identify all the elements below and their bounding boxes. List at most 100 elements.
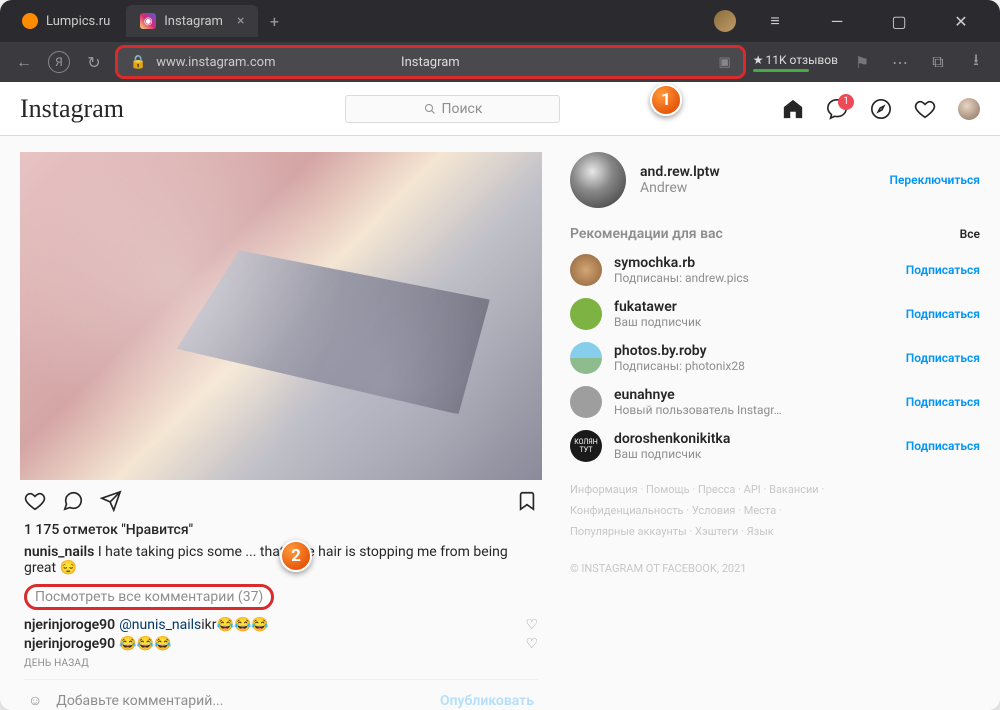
instagram-logo[interactable]: Instagram	[20, 94, 124, 124]
save-icon[interactable]	[516, 490, 538, 512]
comment-icon[interactable]: ▣	[718, 55, 730, 70]
recommendation-item: КОЛЯНТУТ doroshenkonikitkaВаш подписчик По…	[570, 430, 980, 462]
reco-subtitle: Новый пользователь Instagr…	[614, 403, 894, 417]
yandex-icon[interactable]: Я	[48, 51, 70, 73]
recommendation-item: eunahnyeНовый пользователь Instagr… Подпи…	[570, 386, 980, 418]
reco-avatar[interactable]	[570, 386, 602, 418]
reco-subtitle: Ваш подписчик	[614, 447, 894, 461]
follow-button[interactable]: Подписаться	[906, 263, 980, 277]
follow-button[interactable]: Подписаться	[906, 307, 980, 321]
publish-button[interactable]: Опубликовать	[440, 693, 534, 709]
tab-favicon	[22, 13, 38, 29]
browser-addressbar: ← Я ↻ 🔒 www.instagram.com Instagram ▣ ★1…	[0, 42, 1000, 82]
recommendation-item: photos.by.robyПодписаны: photonix28 Подпи…	[570, 342, 980, 374]
comment-input[interactable]: Добавьте комментарий...	[56, 693, 426, 709]
home-icon[interactable]	[782, 98, 804, 120]
likes-count[interactable]: 1 175 отметок "Нравится"	[24, 522, 538, 538]
post-image[interactable]	[20, 152, 542, 480]
reco-subtitle: Подписаны: photonix28	[614, 359, 894, 373]
caption-text: I hate taking pics some ... that little …	[24, 544, 508, 576]
follow-button[interactable]: Подписаться	[906, 439, 980, 453]
profile-avatar[interactable]	[958, 98, 980, 120]
comment-like-icon[interactable]: ♡	[525, 636, 538, 652]
page-title: Instagram	[401, 55, 460, 70]
reco-avatar[interactable]	[570, 254, 602, 286]
messenger-badge: 1	[838, 94, 854, 110]
reload-button[interactable]: ↻	[80, 48, 108, 76]
close-icon[interactable]: ×	[237, 13, 244, 29]
annotation-callout-2: 2	[280, 540, 312, 572]
caption-username[interactable]: nunis_nails	[24, 544, 94, 560]
messenger-icon[interactable]: 1	[826, 98, 848, 120]
annotation-callout-1: 1	[650, 84, 682, 116]
reco-subtitle: Подписаны: andrew.pics	[614, 271, 894, 285]
reco-avatar[interactable]: КОЛЯНТУТ	[570, 430, 602, 462]
recommendations-header: Рекомендации для вас Все	[570, 226, 980, 242]
add-comment-row: ☺ Добавьте комментарий... Опубликовать	[24, 679, 538, 710]
see-all-button[interactable]: Все	[960, 227, 980, 241]
post-timestamp: ДЕНЬ НАЗАД	[24, 658, 538, 669]
tab-label: Instagram	[164, 14, 223, 29]
reco-username[interactable]: fukatawer	[614, 299, 894, 315]
more-icon[interactable]: ⋯	[886, 48, 914, 76]
comment-like-icon[interactable]: ♡	[525, 617, 538, 633]
reviews-widget[interactable]: ★11K отзывов	[753, 53, 838, 72]
tab-lumpics[interactable]: Lumpics.ru	[8, 5, 124, 37]
like-icon[interactable]	[24, 490, 46, 512]
comment-row: njerinjoroge90 😂😂😂 ♡	[24, 636, 538, 652]
browser-titlebar: Lumpics.ru ◉ Instagram × + ≡ — ▢ ✕	[0, 0, 1000, 42]
comment-icon[interactable]	[62, 490, 84, 512]
comment-username[interactable]: njerinjoroge90	[24, 636, 115, 652]
emoji-icon[interactable]: ☺	[28, 692, 42, 709]
user-avatar[interactable]	[570, 152, 626, 208]
explore-icon[interactable]	[870, 98, 892, 120]
lock-icon: 🔒	[130, 55, 146, 70]
recommendation-item: symochka.rbПодписаны: andrew.pics Подписа…	[570, 254, 980, 286]
footer-links: Информация · Помощь · Пресса · API · Вак…	[570, 480, 980, 580]
reco-avatar[interactable]	[570, 298, 602, 330]
menu-icon[interactable]: ≡	[752, 5, 798, 37]
footer-copyright: © INSTAGRAM ОТ FACEBOOK, 2021	[570, 559, 980, 580]
reco-username[interactable]: symochka.rb	[614, 255, 894, 271]
recommendation-item: fukatawerВаш подписчик Подписаться	[570, 298, 980, 330]
current-user: and.rew.lptw Andrew Переключиться	[570, 152, 980, 208]
downloads-icon[interactable]: ⭳	[962, 48, 990, 76]
reco-username[interactable]: photos.by.roby	[614, 343, 894, 359]
reco-avatar[interactable]	[570, 342, 602, 374]
activity-icon[interactable]	[914, 98, 936, 120]
extensions-icon[interactable]: ⧉	[924, 48, 952, 76]
sidebar: and.rew.lptw Andrew Переключиться Рекоме…	[570, 152, 980, 694]
post-actions	[20, 480, 542, 522]
back-button[interactable]: ←	[10, 48, 38, 76]
tab-favicon: ◉	[140, 13, 156, 29]
search-icon	[424, 103, 436, 115]
url-text: www.instagram.com	[156, 55, 275, 70]
tab-instagram[interactable]: ◉ Instagram ×	[126, 5, 258, 37]
new-tab-button[interactable]: +	[260, 7, 288, 35]
url-field[interactable]: 🔒 www.instagram.com Instagram ▣	[118, 48, 743, 76]
bookmark-icon[interactable]: ⚑	[848, 48, 876, 76]
comment-row: njerinjoroge90 @nunis_nails ikr😂😂😂 ♡	[24, 617, 538, 633]
feed: 1 175 отметок "Нравится" nunis_nails I h…	[20, 152, 542, 694]
close-button[interactable]: ✕	[938, 5, 984, 37]
username[interactable]: and.rew.lptw	[640, 164, 720, 180]
comment-mention[interactable]: @nunis_nails	[119, 617, 201, 633]
browser-profile-avatar[interactable]	[714, 10, 736, 32]
comment-username[interactable]: njerinjoroge90	[24, 617, 115, 633]
minimize-button[interactable]: —	[814, 5, 860, 37]
comment-text: 😂😂😂	[119, 636, 171, 652]
reco-username[interactable]: eunahnye	[614, 387, 894, 403]
follow-button[interactable]: Подписаться	[906, 351, 980, 365]
search-input[interactable]: Поиск	[345, 95, 560, 123]
follow-button[interactable]: Подписаться	[906, 395, 980, 409]
display-name: Andrew	[640, 180, 720, 196]
maximize-button[interactable]: ▢	[876, 5, 922, 37]
reco-subtitle: Ваш подписчик	[614, 315, 894, 329]
view-all-comments[interactable]: Посмотреть все комментарии (37)	[24, 584, 274, 610]
share-icon[interactable]	[100, 490, 122, 512]
switch-account-button[interactable]: Переключиться	[889, 173, 980, 187]
comment-text: ikr😂😂😂	[201, 617, 269, 633]
reco-username[interactable]: doroshenkonikitka	[614, 431, 894, 447]
page-content: Instagram Поиск 1	[0, 82, 1000, 710]
tab-label: Lumpics.ru	[46, 14, 110, 29]
